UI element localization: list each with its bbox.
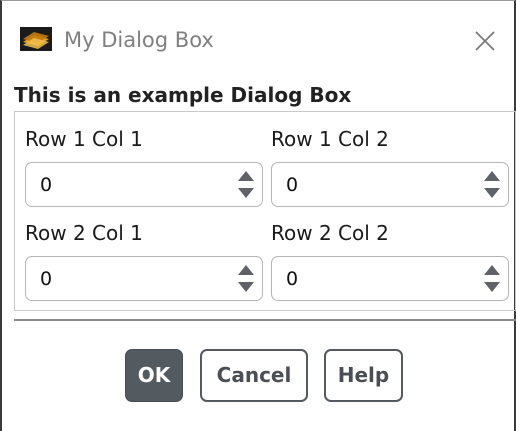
- spin-arrows-icon[interactable]: [233, 166, 259, 203]
- field-label-r1c2: Row 1 Col 2: [271, 127, 389, 151]
- spin-arrows-icon[interactable]: [233, 260, 259, 297]
- dialog-heading: This is an example Dialog Box: [14, 83, 352, 107]
- spinbox-value[interactable]: 0: [286, 266, 298, 292]
- dialog-window: My Dialog Box This is an example Dialog …: [0, 0, 516, 431]
- spin-arrows-icon[interactable]: [479, 260, 505, 297]
- spinbox-value[interactable]: 0: [286, 172, 298, 198]
- ok-button[interactable]: OK: [125, 349, 183, 402]
- spinbox-r2c2[interactable]: 0: [271, 256, 509, 301]
- fields-group: Row 1 Col 1 0 Row 1 Col 2 0 Row 2 Col 1: [14, 111, 516, 311]
- field-label-r2c2: Row 2 Col 2: [271, 221, 389, 245]
- help-button[interactable]: Help: [324, 349, 403, 402]
- close-icon: [475, 31, 495, 51]
- app-logo-icon: [20, 27, 52, 51]
- window-title: My Dialog Box: [64, 28, 214, 52]
- spinbox-r1c2[interactable]: 0: [271, 162, 509, 207]
- title-bar[interactable]: My Dialog Box: [4, 2, 512, 74]
- spinbox-r2c1[interactable]: 0: [25, 256, 263, 301]
- cancel-button[interactable]: Cancel: [200, 349, 308, 402]
- spinbox-value[interactable]: 0: [40, 172, 52, 198]
- button-separator: [14, 319, 516, 321]
- close-button[interactable]: [468, 24, 502, 58]
- field-label-r1c1: Row 1 Col 1: [25, 127, 143, 151]
- spinbox-value[interactable]: 0: [40, 266, 52, 292]
- field-label-r2c1: Row 2 Col 1: [25, 221, 143, 245]
- spin-arrows-icon[interactable]: [479, 166, 505, 203]
- spinbox-r1c1[interactable]: 0: [25, 162, 263, 207]
